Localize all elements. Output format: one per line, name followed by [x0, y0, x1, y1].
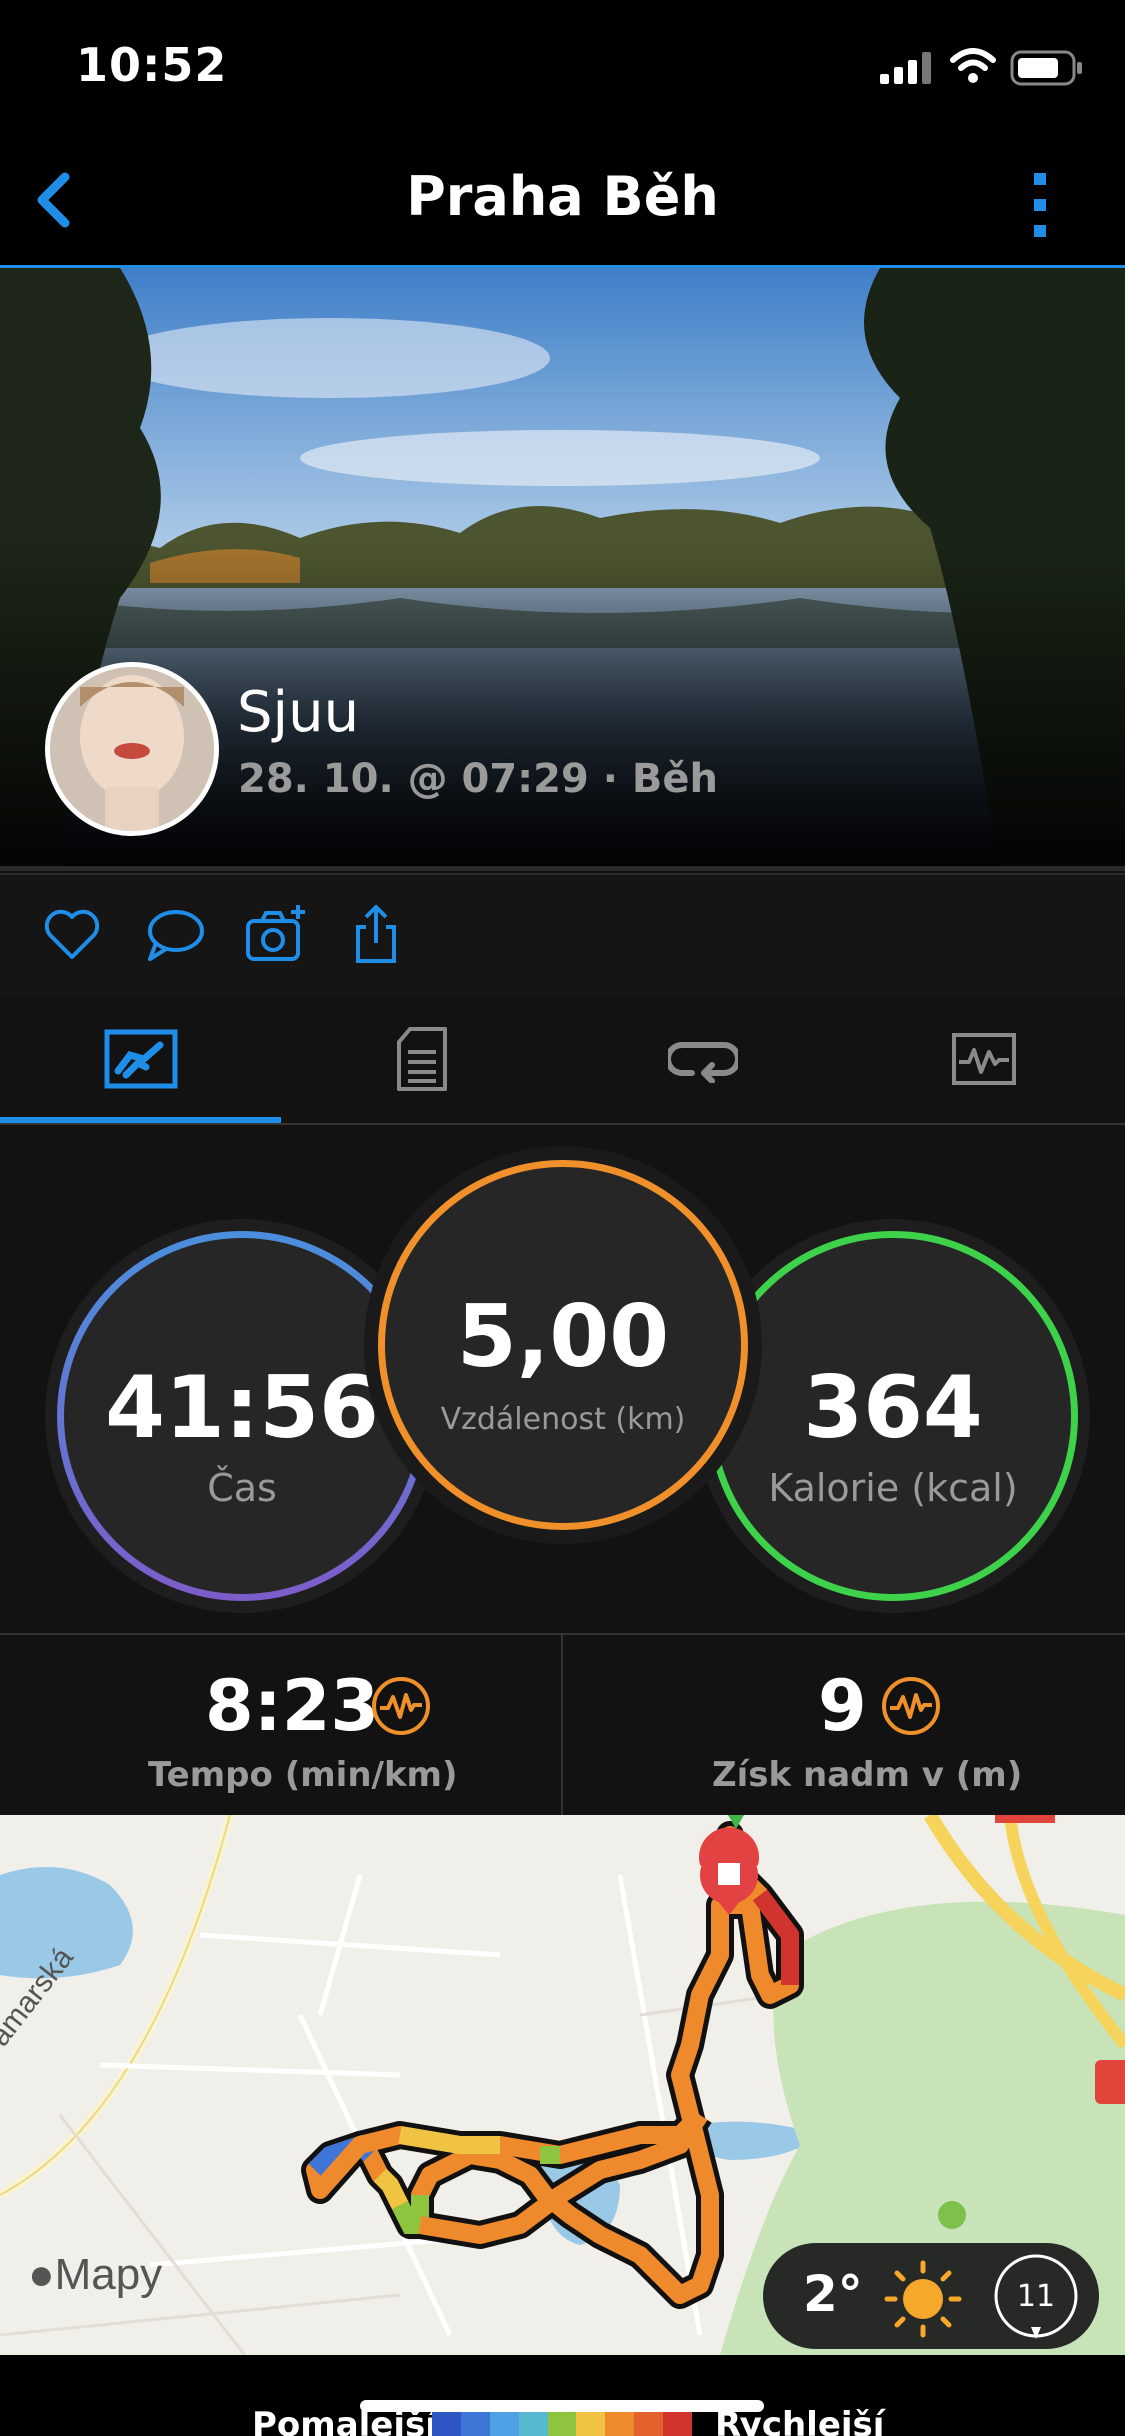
time-stat: 41:56 Čas	[57, 1231, 427, 1601]
elevation-label: Získ nadm v (m)	[712, 1755, 1023, 1795]
apple-icon: ●	[28, 2250, 55, 2299]
weather-widget: 2° 11	[763, 2243, 1099, 2349]
user-avatar[interactable]	[45, 662, 219, 836]
like-button[interactable]	[40, 903, 104, 967]
calories-stat: 364 Kalorie (kcal)	[708, 1231, 1078, 1601]
wind-speed: 11	[1016, 2279, 1056, 2314]
home-indicator[interactable]	[360, 2400, 764, 2412]
action-bar	[0, 873, 1125, 997]
overview-icon	[104, 1029, 177, 1089]
chart-icon	[951, 1033, 1016, 1085]
signal-icon	[880, 52, 931, 84]
activity-date-type: 28. 10. @ 07:29 · Běh	[238, 756, 718, 802]
pace-badge-icon	[372, 1677, 430, 1735]
battery-icon	[1010, 50, 1082, 86]
elevation-value: 9	[818, 1665, 867, 1747]
share-button[interactable]	[344, 903, 408, 967]
tab-charts[interactable]	[843, 995, 1124, 1123]
distance-value: 5,00	[456, 1287, 670, 1387]
elevation-badge-icon	[882, 1677, 940, 1735]
stats-divider	[561, 1635, 563, 1815]
calories-label: Kalorie (kcal)	[768, 1466, 1018, 1510]
tab-bar	[0, 995, 1125, 1125]
pace-value: 8:23	[205, 1665, 380, 1747]
navigation-bar: Praha Běh	[0, 135, 1125, 268]
map-brand: ●Mapy	[28, 2250, 162, 2300]
tab-laps[interactable]	[562, 995, 843, 1123]
distance-stat: 5,00 Vzdálenost (km)	[378, 1160, 748, 1530]
status-time: 10:52	[76, 38, 228, 92]
time-label: Čas	[207, 1466, 277, 1510]
page-title: Praha Běh	[406, 165, 719, 228]
comment-button[interactable]	[142, 903, 206, 967]
more-options-button[interactable]	[1020, 165, 1060, 245]
pace-label: Tempo (min/km)	[148, 1755, 458, 1795]
wifi-icon	[950, 48, 996, 83]
sun-icon	[884, 2260, 962, 2338]
tab-details[interactable]	[281, 995, 562, 1123]
map-brand-label: Mapy	[54, 2250, 163, 2299]
add-photo-button[interactable]	[244, 903, 308, 967]
document-icon	[396, 1027, 447, 1091]
speed-legend-bar: Pomalejší Rychlejší	[0, 2355, 1125, 2436]
tab-overview[interactable]	[0, 995, 281, 1123]
distance-label: Vzdálenost (km)	[440, 1402, 686, 1437]
speed-gradient	[432, 2411, 693, 2436]
active-tab-indicator	[0, 1117, 281, 1123]
time-value: 41:56	[105, 1358, 379, 1458]
laps-icon	[667, 1042, 738, 1083]
calories-value: 364	[803, 1358, 983, 1458]
temperature: 2°	[803, 2265, 863, 2323]
user-name[interactable]: Sjuu	[237, 680, 359, 745]
